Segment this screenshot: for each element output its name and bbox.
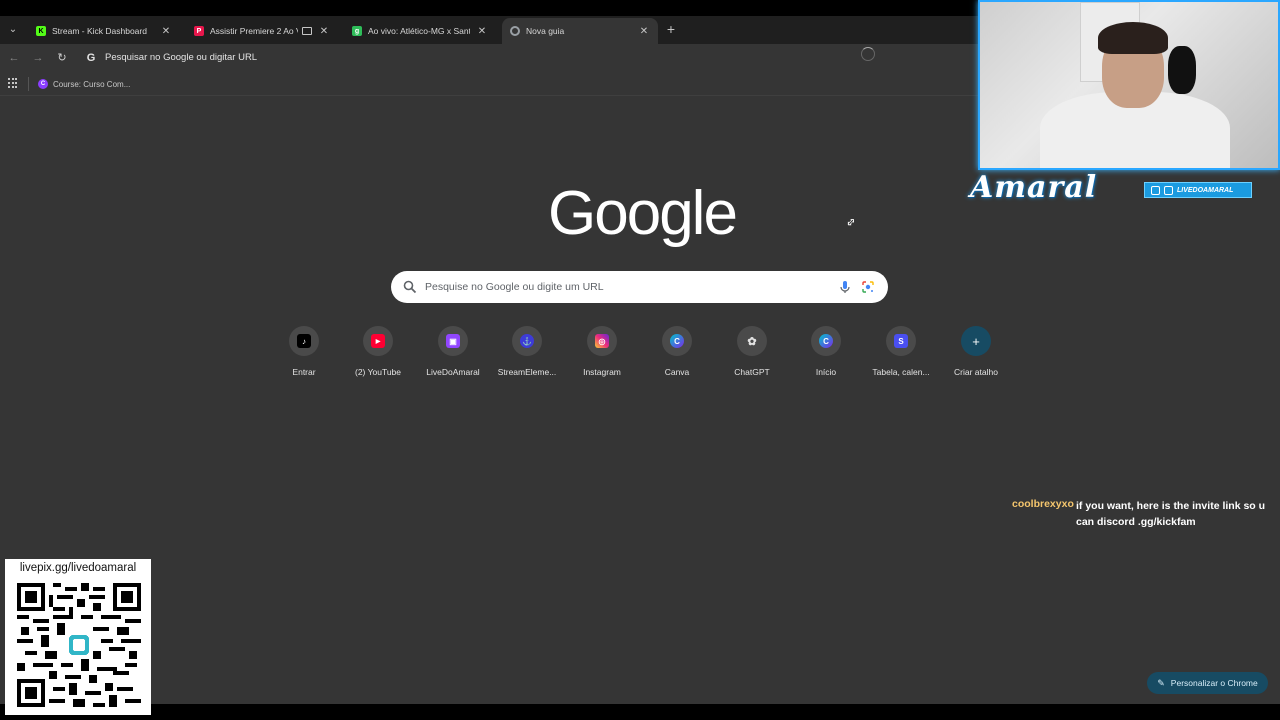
bookmark-label: Course: Curso Com... [53,79,131,89]
shortcut-label: Tabela, calen... [872,367,930,377]
google-g-icon: G [86,52,96,64]
loading-spinner-icon [861,47,875,61]
tab-search-icon[interactable]: ⌄ [4,20,22,38]
tab-premiere[interactable]: P Assistir Premiere 2 Ao Vivo ✕ [186,18,338,44]
chat-username: coolbrexyxo [1012,498,1074,510]
close-icon[interactable]: ✕ [160,26,172,37]
close-icon[interactable]: ✕ [318,26,330,37]
microphone-icon[interactable] [837,279,853,295]
tab-title: Assistir Premiere 2 Ao Vivo [210,26,298,36]
bookmark-separator [28,77,29,91]
shortcut-instagram[interactable]: ◎ Instagram [565,326,639,388]
search-icon [403,280,417,294]
canva-icon: C [819,334,833,348]
shortcut-label: StreamEleme... [497,367,557,377]
qr-url: livepix.gg/livedoamaral [19,562,137,574]
close-icon[interactable]: ✕ [638,26,650,37]
social-handle: LIVEDOAMARAL [1177,186,1234,194]
shortcut-criar-atalho[interactable]: + Criar atalho [939,326,1013,388]
chat-message: if you want, here is the invite link so … [1076,500,1266,528]
tab-nova-guia[interactable]: Nova guia ✕ [502,18,658,44]
forward-arrow-icon[interactable]: → [30,50,46,66]
shortcut-streamelements[interactable]: ⚓ StreamEleme... [490,326,564,388]
twitch-icon: ▣ [446,334,460,348]
ge-icon: g [352,26,362,36]
shortcut-youtube[interactable]: ▶ (2) YouTube [341,326,415,388]
shortcut-label: Canva [664,367,690,377]
shortcut-tabela[interactable]: S Tabela, calen... [864,326,938,388]
apps-grid-icon[interactable] [8,78,18,88]
close-icon[interactable]: ✕ [476,26,488,37]
google-lens-icon[interactable] [860,279,876,295]
google-logo: Google [548,179,738,248]
shortcut-label: LiveDoAmaral [426,367,480,377]
streamer-nameplate: Amaral LIVEDOAMARAL [964,170,1280,210]
shortcut-livedoamaral[interactable]: ▣ LiveDoAmaral [416,326,490,388]
customize-chrome-button[interactable]: ✎ Personalizar o Chrome [1147,672,1268,694]
new-tab-plus-icon[interactable]: + [664,21,678,37]
mouse-cursor-icon: ⇕ [842,215,858,231]
tiktok-icon: ♪ [297,334,311,348]
shortcut-label: Criar atalho [954,367,998,377]
shortcut-label: (2) YouTube [355,367,401,377]
social-handle-strip: LIVEDOAMARAL [1144,182,1252,198]
chatgpt-icon: ✿ [747,335,757,348]
instagram-icon [1151,185,1160,195]
qr-code-icon [17,583,141,707]
shortcut-inicio[interactable]: C Início [789,326,863,388]
reload-icon[interactable]: ↻ [54,50,70,66]
pencil-icon: ✎ [1157,677,1165,688]
back-arrow-icon[interactable]: ← [6,50,22,66]
chrome-icon [510,26,520,36]
youtube-icon: ▶ [371,334,385,348]
customize-label: Personalizar o Chrome [1170,678,1258,688]
shortcut-label: Instagram [583,367,621,377]
course-icon: C [38,79,48,89]
tab-title: Ao vivo: Atlético-MG x Santos | [368,26,470,36]
livepix-qr-overlay: livepix.gg/livedoamaral [5,559,151,715]
ntp-search-box[interactable] [391,271,888,303]
streamelements-icon: ⚓ [520,334,534,348]
tab-atletico-santos[interactable]: g Ao vivo: Atlético-MG x Santos | ✕ [344,18,496,44]
tiktok-icon [1164,185,1173,195]
shortcut-canva[interactable]: C Canva [640,326,714,388]
premiere-icon: P [194,26,204,36]
media-icon [302,27,312,35]
tab-title: Nova guia [526,26,565,36]
canva-icon: C [670,334,684,348]
streamer-name: Amaral [970,170,1098,205]
instagram-icon: ◎ [595,334,609,348]
tab-kick-dashboard[interactable]: K Stream - Kick Dashboard ✕ [28,18,180,44]
search-input[interactable] [425,277,825,297]
tabela-icon: S [894,334,908,348]
kick-icon: K [36,26,46,36]
shortcut-label: Entrar [292,367,316,377]
plus-icon: + [972,333,980,349]
omnibox[interactable]: Pesquisar no Google ou digitar URL [105,52,257,63]
bookmark-course[interactable]: C Course: Curso Com... [38,76,130,92]
shortcut-chatgpt[interactable]: ✿ ChatGPT [715,326,789,388]
shortcut-label: ChatGPT [734,367,770,377]
shortcut-entrar[interactable]: ♪ Entrar [267,326,341,388]
webcam-overlay [978,0,1280,170]
shortcut-label: Início [815,367,837,377]
tab-title: Stream - Kick Dashboard [52,26,147,36]
